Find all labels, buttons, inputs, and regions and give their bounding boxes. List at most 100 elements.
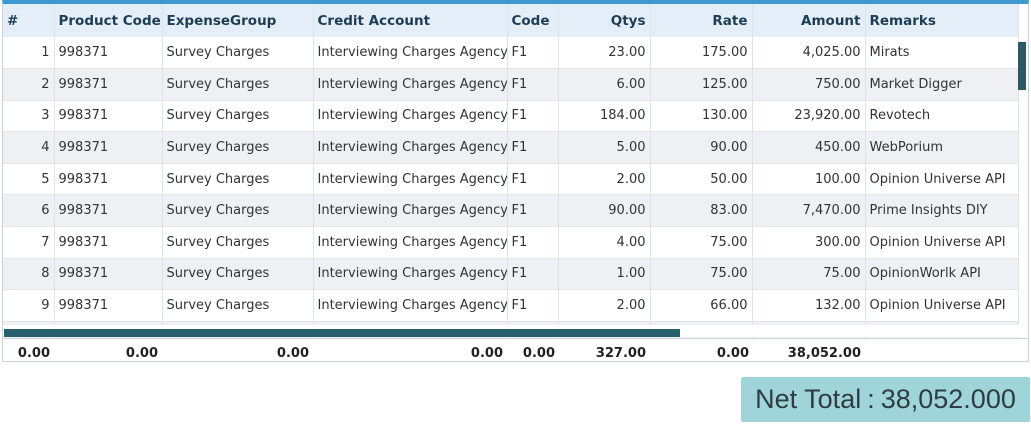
row-index[interactable]: 9 — [3, 289, 55, 322]
cell-rate[interactable]: 130.00 — [650, 100, 753, 132]
cell-product-code[interactable]: 998371 — [54, 37, 163, 69]
cell-remarks[interactable]: WebPorium — [865, 131, 1019, 164]
cell-product-code[interactable]: 998371 — [54, 194, 163, 227]
cell-remarks[interactable]: Opinion Universe API — [865, 226, 1019, 259]
row-index[interactable]: 7 — [3, 226, 55, 259]
cell-code[interactable]: F1 — [507, 163, 559, 195]
cell-qty[interactable]: 23.00 — [558, 37, 651, 69]
cell-code[interactable]: F1 — [507, 68, 559, 101]
cell-amount[interactable]: 100.00 — [752, 163, 866, 195]
cell-code[interactable]: F1 — [507, 194, 559, 227]
cell-credit-account[interactable]: Interviewing Charges Agency — [313, 226, 508, 259]
row-index[interactable]: 6 — [3, 194, 55, 227]
col-header-product-code[interactable]: Product Code — [54, 4, 163, 37]
col-header-code[interactable]: Code — [507, 4, 559, 37]
cell-remarks[interactable]: Revotech — [865, 100, 1019, 132]
horizontal-scrollbar[interactable] — [4, 329, 680, 337]
cell-rate[interactable]: 75.00 — [650, 226, 753, 259]
cell-product-code[interactable]: 998371 — [54, 131, 163, 164]
cell-amount[interactable]: 450.00 — [752, 131, 866, 164]
cell-qty[interactable]: 2.00 — [558, 289, 651, 322]
cell-qty[interactable]: 5.00 — [558, 131, 651, 164]
cell-qty[interactable]: 1.00 — [558, 258, 651, 290]
cell-credit-account[interactable]: Interviewing Charges Agency — [313, 258, 508, 290]
cell-qty[interactable]: 6.00 — [558, 68, 651, 101]
cell-amount[interactable]: 7,470.00 — [752, 194, 866, 227]
cell-amount[interactable]: 132.00 — [752, 289, 866, 322]
col-header-amount[interactable]: Amount — [752, 4, 866, 37]
cell-remarks[interactable]: Prime Insights DIY — [865, 194, 1019, 227]
cell-rate[interactable]: 66.00 — [650, 289, 753, 322]
cell-code[interactable]: F1 — [507, 131, 559, 164]
cell-qty[interactable]: 2.00 — [558, 163, 651, 195]
cell-credit-account[interactable]: Interviewing Charges Agency — [313, 37, 508, 69]
col-header-remarks[interactable]: Remarks — [865, 4, 1019, 37]
cell-remarks[interactable]: Opinion Universe API — [865, 163, 1019, 195]
cell-expense-group[interactable]: Survey Charges — [162, 194, 314, 227]
table-row[interactable]: 3 998371 Survey Charges Interviewing Charge… — [3, 100, 1019, 132]
cell-rate[interactable]: 175.00 — [650, 37, 753, 69]
table-row[interactable]: 7 998371 Survey Charges Interviewing Charge… — [3, 226, 1019, 259]
cell-amount[interactable]: 750.00 — [752, 68, 866, 101]
cell-expense-group[interactable]: Survey Charges — [162, 226, 314, 259]
cell-remarks[interactable]: Market Digger — [865, 68, 1019, 101]
cell-rate[interactable]: 50.00 — [650, 163, 753, 195]
table-row[interactable]: 1 998371 Survey Charges Interviewing Charge… — [3, 37, 1019, 69]
cell-remarks[interactable]: OpinionWorlk API — [865, 258, 1019, 290]
cell-expense-group[interactable]: Survey Charges — [162, 131, 314, 164]
cell-remarks[interactable]: Mirats — [865, 37, 1019, 69]
table-row[interactable]: 6 998371 Survey Charges Interviewing Charge… — [3, 194, 1019, 227]
cell-expense-group[interactable]: Survey Charges — [162, 163, 314, 195]
cell-expense-group[interactable]: Survey Charges — [162, 258, 314, 290]
cell-credit-account[interactable]: Interviewing Charges Agency — [313, 100, 508, 132]
cell-remarks[interactable]: Opinion Universe API — [865, 289, 1019, 322]
table-row[interactable]: 2 998371 Survey Charges Interviewing Charge… — [3, 68, 1019, 101]
cell-credit-account[interactable]: Interviewing Charges Agency — [313, 68, 508, 101]
cell-amount[interactable]: 75.00 — [752, 258, 866, 290]
table-row[interactable]: 9 998371 Survey Charges Interviewing Charge… — [3, 289, 1019, 322]
cell-credit-account[interactable]: Interviewing Charges Agency — [313, 163, 508, 195]
cell-expense-group[interactable]: Survey Charges — [162, 37, 314, 69]
cell-code[interactable]: F1 — [507, 100, 559, 132]
cell-code[interactable]: F1 — [507, 289, 559, 322]
cell-credit-account[interactable]: Interviewing Charges Agency — [313, 131, 508, 164]
row-index[interactable]: 2 — [3, 68, 55, 101]
cell-amount[interactable]: 300.00 — [752, 226, 866, 259]
cell-rate[interactable]: 125.00 — [650, 68, 753, 101]
col-header-credit-account[interactable]: Credit Account — [313, 4, 508, 37]
cell-product-code[interactable]: 998371 — [54, 163, 163, 195]
cell-credit-account[interactable]: Interviewing Charges Agency — [313, 194, 508, 227]
row-index[interactable]: 3 — [3, 100, 55, 132]
cell-product-code[interactable]: 998371 — [54, 100, 163, 132]
col-header-rate[interactable]: Rate — [650, 4, 753, 37]
cell-code[interactable]: F1 — [507, 258, 559, 290]
row-index[interactable]: 4 — [3, 131, 55, 164]
cell-rate[interactable]: 75.00 — [650, 258, 753, 290]
cell-amount[interactable]: 4,025.00 — [752, 37, 866, 69]
col-header-index[interactable]: # — [3, 4, 55, 37]
cell-qty[interactable]: 90.00 — [558, 194, 651, 227]
cell-amount[interactable]: 23,920.00 — [752, 100, 866, 132]
cell-rate[interactable]: 83.00 — [650, 194, 753, 227]
col-header-expense-group[interactable]: ExpenseGroup — [162, 4, 314, 37]
cell-code[interactable]: F1 — [507, 226, 559, 259]
row-index[interactable]: 5 — [3, 163, 55, 195]
table-row[interactable]: 5 998371 Survey Charges Interviewing Charge… — [3, 163, 1019, 195]
cell-qty[interactable]: 184.00 — [558, 100, 651, 132]
table-row[interactable]: 4 998371 Survey Charges Interviewing Charge… — [3, 131, 1019, 164]
cell-credit-account[interactable]: Interviewing Charges Agency — [313, 289, 508, 322]
cell-rate[interactable]: 90.00 — [650, 131, 753, 164]
cell-product-code[interactable]: 998371 — [54, 258, 163, 290]
cell-product-code[interactable]: 998371 — [54, 68, 163, 101]
cell-expense-group[interactable]: Survey Charges — [162, 68, 314, 101]
cell-code[interactable]: F1 — [507, 37, 559, 69]
row-index[interactable]: 8 — [3, 258, 55, 290]
cell-expense-group[interactable]: Survey Charges — [162, 100, 314, 132]
table-row[interactable]: 8 998371 Survey Charges Interviewing Charge… — [3, 258, 1019, 290]
cell-product-code[interactable]: 998371 — [54, 289, 163, 322]
vertical-scrollbar[interactable] — [1018, 42, 1026, 90]
row-index[interactable]: 1 — [3, 37, 55, 69]
cell-product-code[interactable]: 998371 — [54, 226, 163, 259]
cell-expense-group[interactable]: Survey Charges — [162, 289, 314, 322]
cell-qty[interactable]: 4.00 — [558, 226, 651, 259]
